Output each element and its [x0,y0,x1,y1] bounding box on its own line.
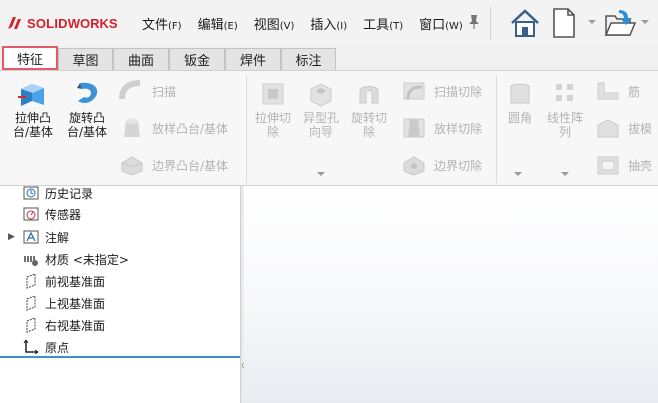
tree-item-right-plane[interactable]: 右视基准面 [8,315,105,335]
tree-item-material[interactable]: 材质 <未指定> [8,249,129,269]
menu-window[interactable]: 窗口(W) [419,14,463,33]
home-icon[interactable] [508,6,542,40]
boundary-cut-button[interactable]: 边界切除 [400,153,482,177]
features-ribbon: 拉伸凸 台/基体 旋转凸 台/基体 扫描 放样凸台/基体 边界凸台/基体 拉伸切… [0,70,658,186]
tree-item-sensors[interactable]: 传感器 [8,204,81,224]
menu-bar: 文件(F) 编辑(E) 视图(V) 插入(I) 工具(T) 窗口(W) [142,14,479,33]
tab-weldments[interactable]: 焊件 [225,48,281,70]
extrude-boss-button[interactable]: 拉伸凸 台/基体 [8,79,58,139]
revolve-cut-icon [359,86,379,104]
menu-edit[interactable]: 编辑(E) [198,14,238,33]
shell-icon [597,156,619,175]
rib-icon [597,82,619,100]
rib-label: 筋 [628,84,641,99]
command-manager-tabs: 特征 草图 曲面 钣金 焊件 标注 [0,46,658,70]
brand-works: WORKS [67,15,118,31]
fillet-icon [510,83,530,104]
lofted-cut-icon [403,118,425,138]
pattern-dropdown[interactable] [561,172,569,176]
shell-button[interactable]: 抽壳 [594,153,652,177]
loft-boss-label: 放样凸台/基体 [152,121,229,136]
tree-item-annotations[interactable]: ▶ 注解 [8,227,69,247]
swept-cut-button[interactable]: 扫描切除 [400,79,482,103]
revolve-cut-button[interactable]: 旋转切 除 [346,79,392,139]
menu-insert[interactable]: 插入(I) [310,14,347,33]
plane-icon [22,317,40,333]
tab-markup[interactable]: 标注 [281,48,336,70]
tree-rollback-bar[interactable] [0,356,240,358]
tab-features[interactable]: 特征 [2,46,58,70]
origin-icon [22,339,40,355]
extrude-cut-icon [262,83,284,105]
toolbar-separator [490,6,491,40]
annotation-icon [22,229,40,245]
sweep-button[interactable]: 扫描 [118,79,176,103]
boundary-cut-icon [403,156,425,176]
history-icon [22,185,40,201]
sweep-label: 扫描 [152,84,177,99]
fillet-button[interactable]: 圆角 [502,79,538,125]
menu-view[interactable]: 视图(V) [254,14,295,33]
ribbon-separator [246,75,247,183]
title-bar: SOLID WORKS 文件(F) 编辑(E) 视图(V) 插入(I) 工具(T)… [0,0,658,46]
tree-item-origin[interactable]: 原点 [8,337,69,357]
expand-arrow-icon[interactable]: ▶ [8,232,22,242]
solidworks-logo: SOLID WORKS [6,12,118,34]
sensor-icon [22,206,40,222]
material-icon [22,251,40,267]
tree-item-history[interactable]: 历史记录 [8,183,93,203]
tree-item-top-plane[interactable]: 上视基准面 [8,293,105,313]
boundary-boss-button[interactable]: 边界凸台/基体 [118,153,228,177]
boundary-cut-label: 边界切除 [434,158,483,173]
menu-tools[interactable]: 工具(T) [363,14,403,33]
revolve-boss-button[interactable]: 旋转凸 台/基体 [62,79,112,139]
plane-icon [22,295,40,311]
tab-sketch[interactable]: 草图 [58,48,113,70]
lofted-cut-label: 放样切除 [434,121,483,136]
linear-pattern-button[interactable]: 线性阵 列 [542,79,588,139]
tab-sheet-metal[interactable]: 钣金 [169,48,225,70]
loft-boss-button[interactable]: 放样凸台/基体 [118,115,228,141]
swept-cut-icon [403,82,425,100]
extrude-cut-button[interactable]: 拉伸切 除 [250,79,296,139]
panel-splitter[interactable] [240,186,243,403]
boundary-boss-label: 边界凸台/基体 [152,158,229,173]
cut-group-dropdown[interactable] [317,172,325,176]
plane-icon [22,273,40,289]
new-document-dropdown[interactable] [588,20,596,24]
fillet-dropdown[interactable] [514,172,522,176]
linear-pattern-icon [556,84,573,101]
open-file-dropdown[interactable] [641,20,649,24]
boundary-boss-icon [121,156,143,176]
menu-file[interactable]: 文件(F) [142,14,182,33]
ribbon-separator [496,75,497,183]
pin-icon[interactable] [467,14,481,30]
sweep-icon [119,80,141,100]
tab-surfaces[interactable]: 曲面 [113,48,169,70]
tree-item-front-plane[interactable]: 前视基准面 [8,271,105,291]
feature-manager-tree: 历史记录 传感器 ▶ 注解 材质 <未指定> 前视基准面 上视基准面 右视基准面… [0,186,242,403]
brand-solid: SOLID [27,15,68,31]
hole-wizard-icon [310,83,332,107]
shell-label: 抽壳 [628,158,653,173]
rib-button[interactable]: 筋 [594,79,640,103]
new-document-icon[interactable] [551,6,577,40]
open-file-icon[interactable] [603,6,637,40]
hole-wizard-button[interactable]: 异型孔 向导 [298,79,344,139]
lofted-cut-button[interactable]: 放样切除 [400,115,482,141]
draft-button[interactable]: 拔模 [594,115,652,141]
graphics-area[interactable] [244,186,658,403]
ds-logo-icon [8,17,21,29]
draft-label: 拔模 [628,121,653,136]
extrude-boss-icon [18,84,44,106]
loft-boss-icon [124,118,140,137]
revolve-boss-icon [77,82,98,104]
draft-icon [597,119,619,138]
swept-cut-label: 扫描切除 [434,84,483,99]
